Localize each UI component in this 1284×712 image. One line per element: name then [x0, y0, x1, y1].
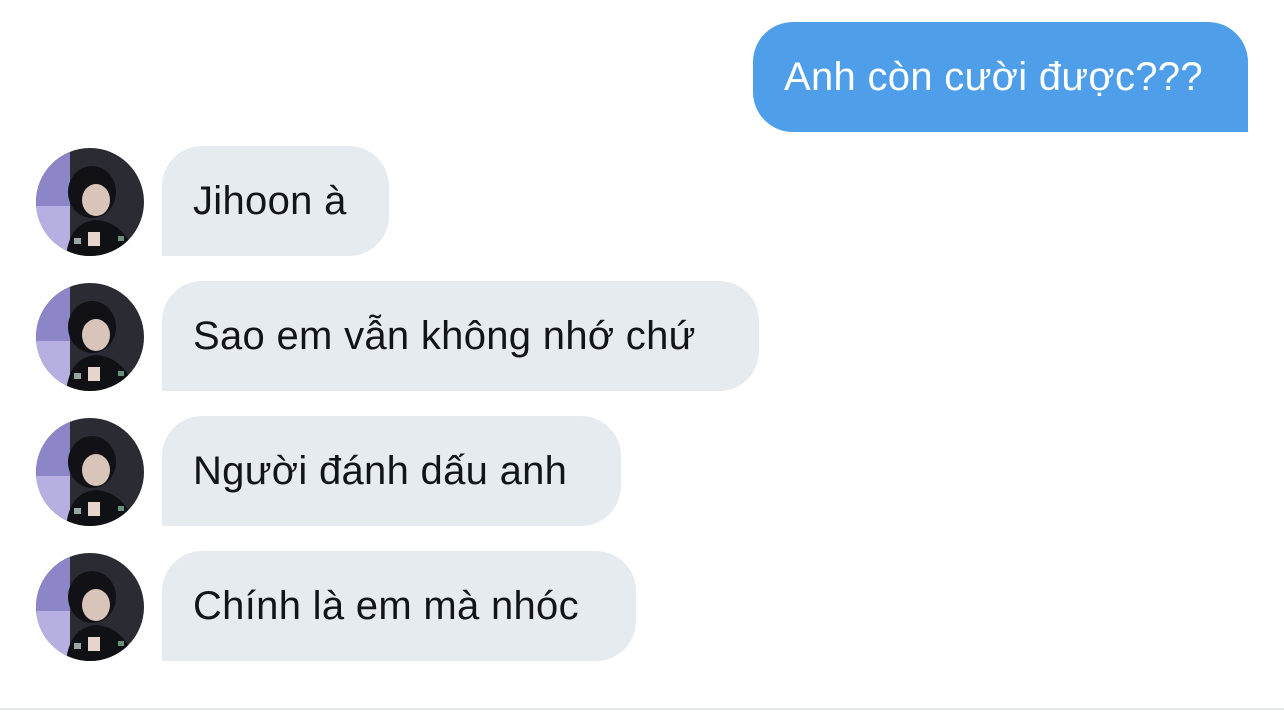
received-message-bubble[interactable]: Chính là em mà nhóc — [162, 551, 636, 661]
received-message-bubble[interactable]: Jihoon à — [162, 146, 389, 256]
avatar-photo-icon — [36, 283, 144, 391]
message-text: Sao em vẫn không nhớ chứ — [193, 313, 696, 358]
sender-avatar[interactable] — [36, 283, 144, 391]
message-text: Chính là em mà nhóc — [193, 583, 579, 628]
message-text: Người đánh dấu anh — [193, 448, 568, 493]
sender-avatar[interactable] — [36, 553, 144, 661]
message-text: Jihoon à — [193, 178, 347, 223]
message-text: Anh còn cười được??? — [784, 54, 1203, 99]
divider — [0, 708, 1284, 710]
sent-message-bubble[interactable]: Anh còn cười được??? — [753, 22, 1248, 132]
avatar-photo-icon — [36, 553, 144, 661]
received-message-bubble[interactable]: Sao em vẫn không nhớ chứ — [162, 281, 759, 391]
received-message-bubble[interactable]: Người đánh dấu anh — [162, 416, 621, 526]
avatar-photo-icon — [36, 418, 144, 526]
sender-avatar[interactable] — [36, 148, 144, 256]
sender-avatar[interactable] — [36, 418, 144, 526]
avatar-photo-icon — [36, 148, 144, 256]
chat-thread: Anh còn cười được??? Jihoon à Sao em vẫn… — [0, 0, 1284, 712]
